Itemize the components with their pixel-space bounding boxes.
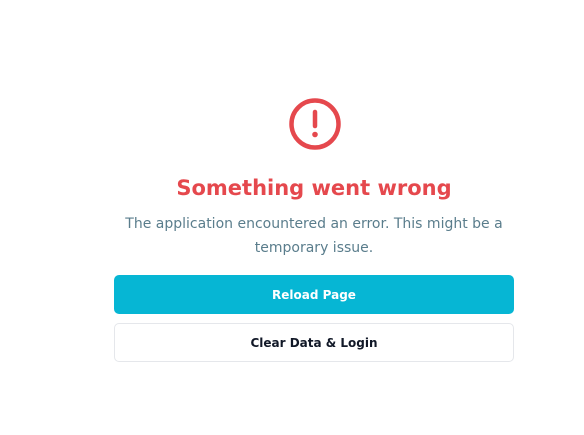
error-message: The application encountered an error. Th…	[125, 216, 503, 256]
alert-circle-icon	[288, 97, 342, 151]
error-title: Something went wrong	[176, 176, 452, 200]
error-page: Something went wrong The application enc…	[0, 0, 584, 435]
reload-page-button[interactable]: Reload Page	[114, 275, 514, 314]
clear-data-login-button[interactable]: Clear Data & Login	[114, 323, 514, 362]
